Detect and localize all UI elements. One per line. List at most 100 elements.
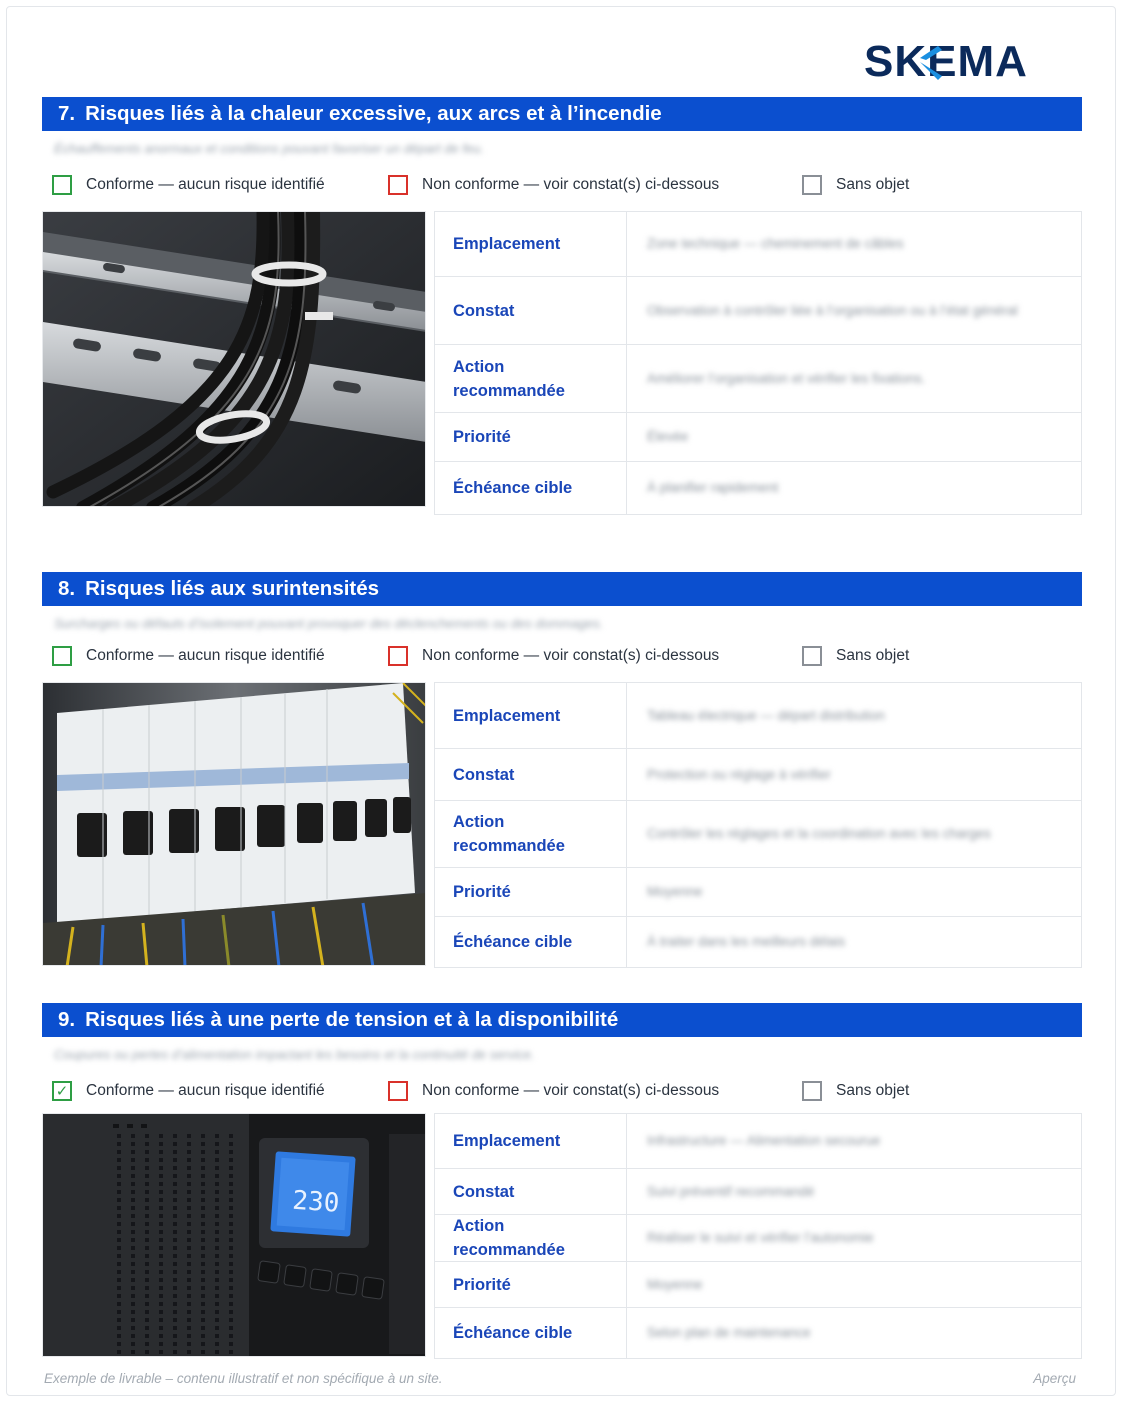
field-value: Selon plan de maintenance xyxy=(647,1325,811,1340)
status-options: Conforme — aucun risque identifié Non co… xyxy=(42,646,1082,682)
section-8: 8. Risques liés aux surintensités Surchar… xyxy=(42,572,1082,968)
field-label: Constat xyxy=(435,277,627,344)
section-number: 8. xyxy=(58,577,76,600)
field-echeance: Échéance cible À traiter dans les meilleu… xyxy=(435,917,1081,967)
checkbox-label: Sans objet xyxy=(836,176,910,193)
field-value: Suivi préventif recommandé xyxy=(647,1183,815,1199)
field-label: Emplacement xyxy=(435,1114,627,1168)
section-body: Emplacement Tableau électrique — départ d… xyxy=(42,682,1082,968)
preview-label: Aperçu xyxy=(1033,1371,1076,1386)
checkbox-box[interactable] xyxy=(52,646,72,666)
field-label: Échéance cible xyxy=(435,1308,627,1358)
sans-objet-checkbox[interactable]: Sans objet xyxy=(802,1081,909,1101)
field-value: À traiter dans les meilleurs délais xyxy=(647,934,846,949)
section-subtitle: Coupures ou pertes d’alimentation impact… xyxy=(54,1047,535,1062)
field-value: Tableau électrique — départ distribution xyxy=(647,707,885,723)
details-table: Emplacement Tableau électrique — départ d… xyxy=(434,682,1082,968)
field-emplacement: Emplacement Zone technique — cheminement … xyxy=(435,212,1081,277)
section-number: 7. xyxy=(58,102,76,125)
field-label: Constat xyxy=(435,1169,627,1214)
field-priorite: Priorité Élevée xyxy=(435,413,1081,462)
field-value: Moyenne xyxy=(647,884,703,899)
field-value: Observation à contrôler liée à l’organis… xyxy=(647,302,1018,318)
field-value: Élevée xyxy=(647,429,689,444)
checkbox-box[interactable] xyxy=(802,175,822,195)
field-value: Infrastructure — Alimentation secourue xyxy=(647,1133,881,1148)
section-number: 9. xyxy=(58,1008,76,1031)
section-header: 7. Risques liés à la chaleur excessive, a… xyxy=(42,97,1082,131)
conforme-checkbox[interactable]: ✓ Conforme — aucun risque identifié xyxy=(52,1081,325,1101)
cable-tray-photo xyxy=(42,211,426,507)
checkbox-label: Sans objet xyxy=(836,1082,910,1099)
checkbox-box[interactable] xyxy=(802,1081,822,1101)
section-title: Risques liés à une perte de tension et à… xyxy=(85,1008,619,1031)
checkbox-box[interactable] xyxy=(802,646,822,666)
checkbox-box[interactable] xyxy=(388,175,408,195)
status-options: Conforme — aucun risque identifié Non co… xyxy=(42,175,1082,211)
section-title: Risques liés à la chaleur excessive, aux… xyxy=(85,102,662,125)
checkbox-box[interactable] xyxy=(388,646,408,666)
checkbox-label: Conforme — aucun risque identifié xyxy=(86,1082,325,1099)
field-label: Échéance cible xyxy=(435,462,627,514)
section-body: 230 Emplacement Infrastructure — Alimenta… xyxy=(42,1113,1082,1359)
field-label: Priorité xyxy=(435,868,627,916)
section-subtitle: Échauffements anormaux et conditions pou… xyxy=(54,141,484,156)
checkbox-label: Non conforme — voir constat(s) ci-dessou… xyxy=(422,647,720,664)
field-value: À planifier rapidement xyxy=(647,480,779,495)
field-constat: Constat Suivi préventif recommandé xyxy=(435,1169,1081,1215)
checkbox-box[interactable]: ✓ xyxy=(52,1081,72,1101)
field-label: Priorité xyxy=(435,413,627,461)
field-emplacement: Emplacement Tableau électrique — départ d… xyxy=(435,683,1081,749)
field-value: Réaliser le suivi et vérifier l’autonomi… xyxy=(647,1230,874,1245)
field-value: Zone technique — cheminement de câbles xyxy=(647,236,904,251)
breaker-panel-photo xyxy=(42,682,426,966)
section-header: 8. Risques liés aux surintensités xyxy=(42,572,1082,606)
conforme-checkbox[interactable]: Conforme — aucun risque identifié xyxy=(52,175,325,195)
brand-logo: SKEMA xyxy=(864,36,1096,88)
details-table: Emplacement Infrastructure — Alimentation… xyxy=(434,1113,1082,1359)
ups-photo: 230 xyxy=(42,1113,426,1357)
field-label: Constat xyxy=(435,749,627,800)
status-options: ✓ Conforme — aucun risque identifié Non c… xyxy=(42,1081,1082,1113)
field-action: Action recommandée Contrôler les réglages… xyxy=(435,801,1081,868)
field-value: Contrôler les réglages et la coordinatio… xyxy=(647,826,991,841)
section-body: Emplacement Zone technique — cheminement … xyxy=(42,211,1082,515)
field-label: Priorité xyxy=(435,1262,627,1307)
field-emplacement: Emplacement Infrastructure — Alimentation… xyxy=(435,1114,1081,1169)
field-echeance: Échéance cible À planifier rapidement xyxy=(435,462,1081,514)
checkbox-label: Non conforme — voir constat(s) ci-dessou… xyxy=(422,176,720,193)
field-priorite: Priorité Moyenne xyxy=(435,1262,1081,1308)
checkbox-label: Non conforme — voir constat(s) ci-dessou… xyxy=(422,1082,720,1099)
field-label: Action recommandée xyxy=(435,801,627,867)
field-action: Action recommandée Réaliser le suivi et v… xyxy=(435,1215,1081,1262)
checkbox-label: Conforme — aucun risque identifié xyxy=(86,176,325,193)
section-title: Risques liés aux surintensités xyxy=(85,577,380,600)
field-echeance: Échéance cible Selon plan de maintenance xyxy=(435,1308,1081,1358)
section-header: 9. Risques liés à une perte de tension et… xyxy=(42,1003,1082,1037)
non-conforme-checkbox[interactable]: Non conforme — voir constat(s) ci-dessou… xyxy=(388,646,719,666)
non-conforme-checkbox[interactable]: Non conforme — voir constat(s) ci-dessou… xyxy=(388,1081,719,1101)
field-priorite: Priorité Moyenne xyxy=(435,868,1081,917)
non-conforme-checkbox[interactable]: Non conforme — voir constat(s) ci-dessou… xyxy=(388,175,719,195)
conforme-checkbox[interactable]: Conforme — aucun risque identifié xyxy=(52,646,325,666)
details-table: Emplacement Zone technique — cheminement … xyxy=(434,211,1082,515)
checkbox-box[interactable] xyxy=(388,1081,408,1101)
checkbox-label: Sans objet xyxy=(836,647,910,664)
checkbox-box[interactable] xyxy=(52,175,72,195)
ups-display-value: 230 xyxy=(291,1186,340,1219)
field-value: Moyenne xyxy=(647,1276,703,1292)
section-9: 9. Risques liés à une perte de tension et… xyxy=(42,1003,1082,1359)
footer-note: Exemple de livrable – contenu illustrati… xyxy=(44,1371,443,1386)
field-label: Emplacement xyxy=(435,212,627,276)
section-7: 7. Risques liés à la chaleur excessive, a… xyxy=(42,97,1082,515)
field-label: Emplacement xyxy=(435,683,627,748)
sans-objet-checkbox[interactable]: Sans objet xyxy=(802,646,909,666)
field-label: Action recommandée xyxy=(435,1215,627,1261)
field-constat: Constat Observation à contrôler liée à l’… xyxy=(435,277,1081,345)
field-label: Action recommandée xyxy=(435,345,627,412)
sans-objet-checkbox[interactable]: Sans objet xyxy=(802,175,909,195)
field-value: Améliorer l’organisation et vérifier les… xyxy=(647,370,926,386)
field-action: Action recommandée Améliorer l’organisati… xyxy=(435,345,1081,413)
field-label: Échéance cible xyxy=(435,917,627,967)
field-value: Protection ou réglage à vérifier xyxy=(647,766,831,782)
